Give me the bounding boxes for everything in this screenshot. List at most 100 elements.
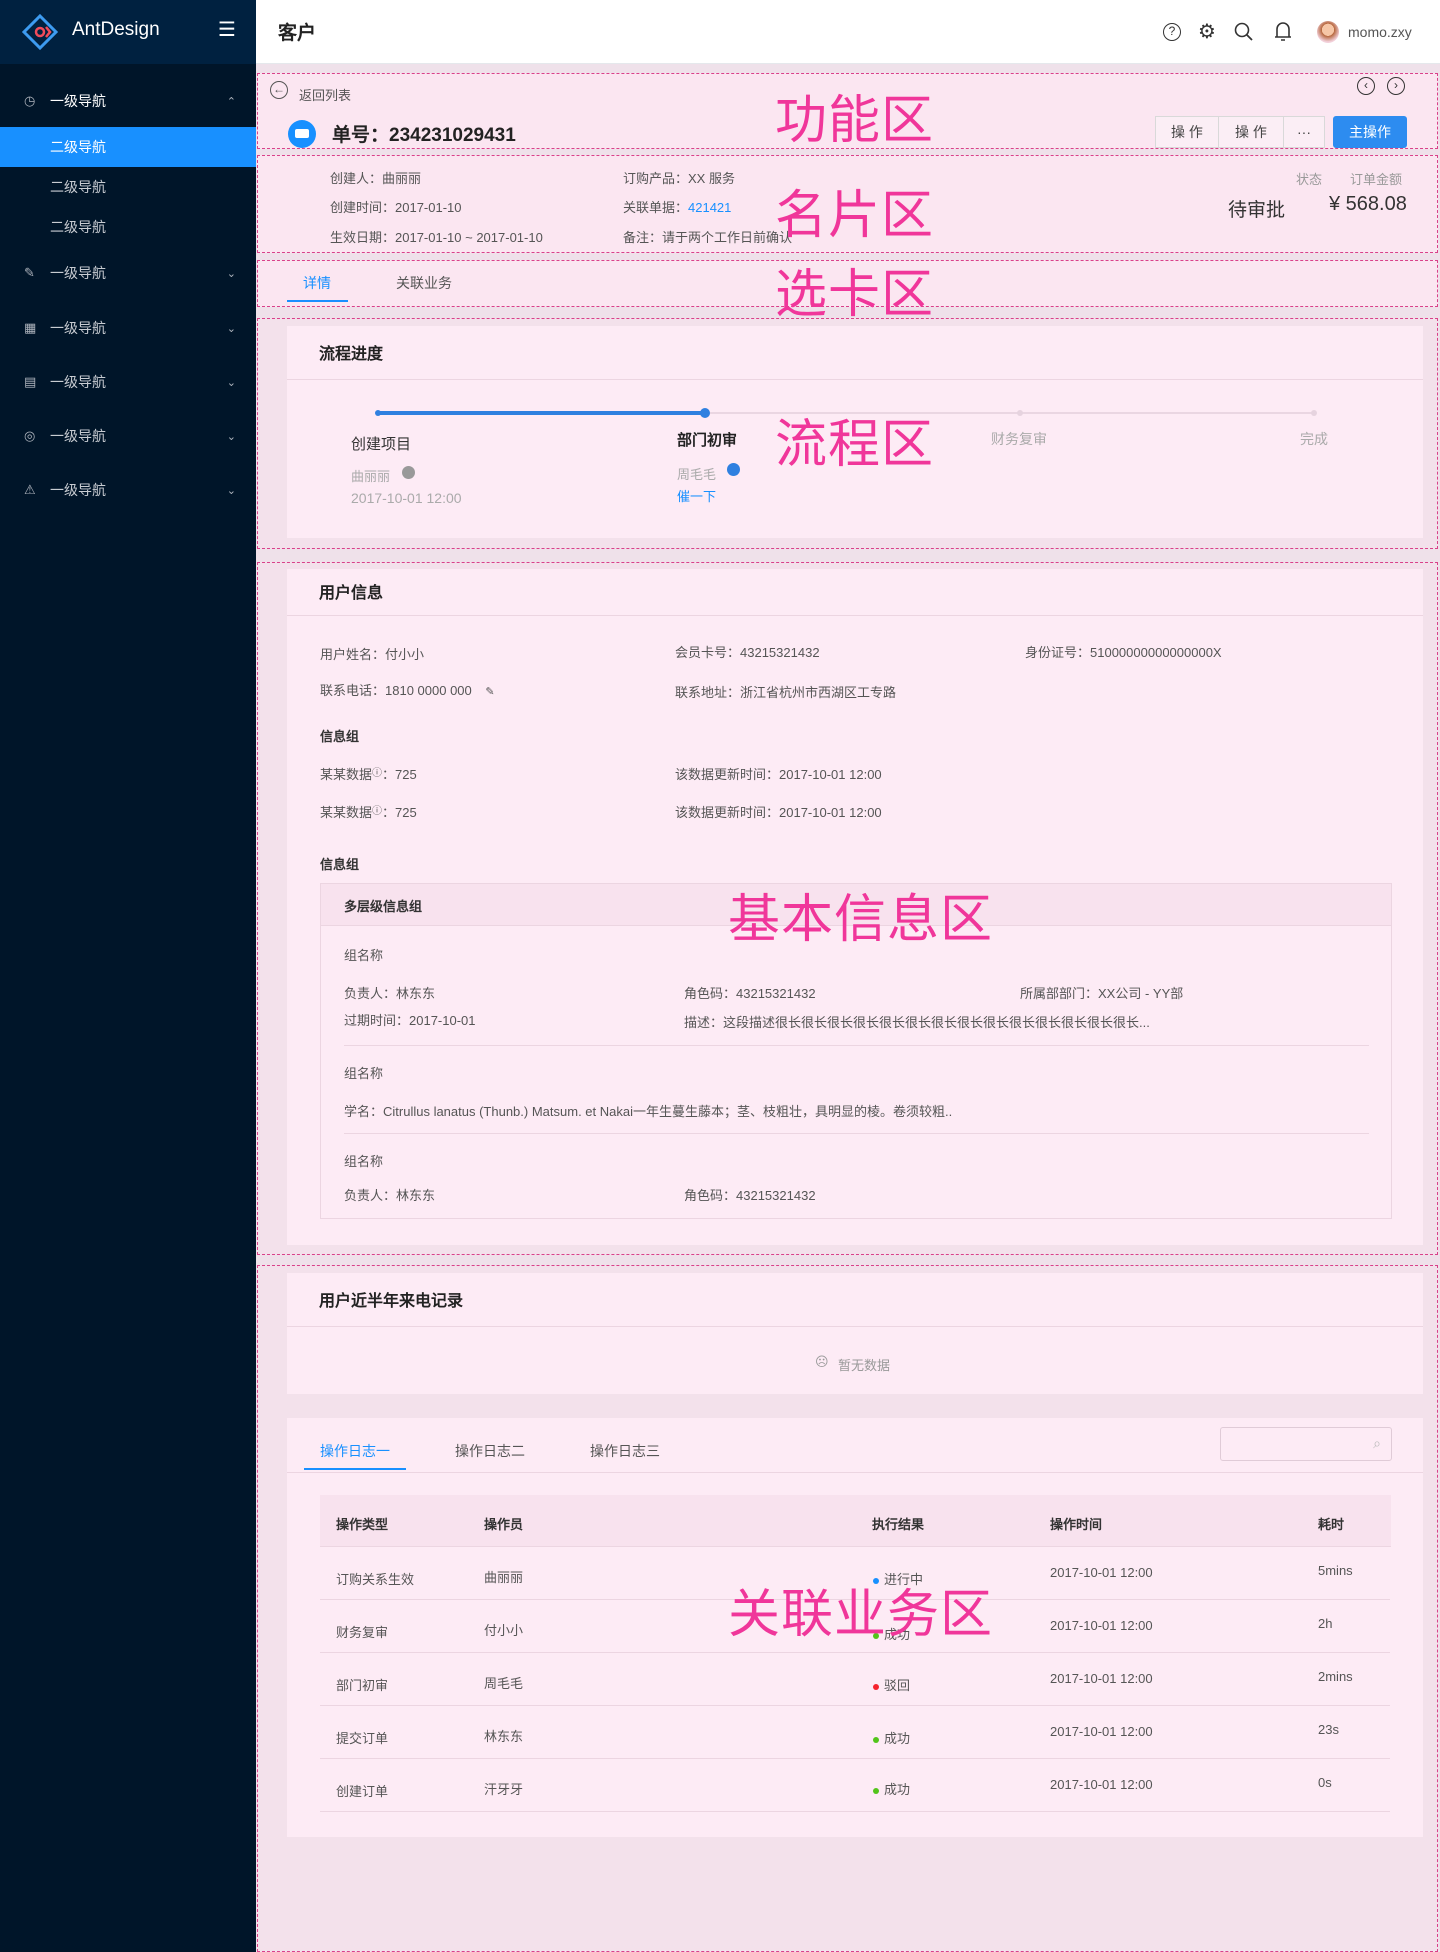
cell-time: 2017-10-01 12:00 — [1050, 1777, 1153, 1792]
tab-details[interactable]: 详情 — [303, 273, 331, 293]
table-row[interactable]: 创建订单 汗牙牙 成功 2017-10-01 12:00 0s — [320, 1759, 1390, 1812]
username[interactable]: momo.zxy — [1348, 24, 1412, 40]
column-header: 执行结果 — [872, 1517, 925, 1532]
nav-label: 二级导航 — [50, 179, 106, 195]
info-circle-icon[interactable]: ⓘ — [372, 768, 382, 779]
log-search-input[interactable]: ⌕ — [1220, 1427, 1392, 1461]
order-number-title: 单号：234231029431 — [332, 125, 516, 146]
call-records-card: 用户近半年来电记录 — [287, 1273, 1423, 1394]
sidebar-subitem-1[interactable]: 二级导航 — [0, 127, 256, 167]
nav-label: 二级导航 — [50, 139, 106, 155]
status-dot — [873, 1632, 879, 1639]
tab-active-indicator — [304, 1468, 406, 1470]
amount-label: 订单金额 — [1350, 172, 1403, 187]
column-header: 操作类型 — [336, 1517, 389, 1532]
status-value: 待审批 — [1228, 200, 1286, 221]
data-update-time: 该数据更新时间：2017-10-01 12:00 — [675, 805, 882, 820]
urge-link[interactable]: 催一下 — [677, 486, 716, 505]
empty-face-icon: ☹ — [815, 1354, 829, 1369]
tab-active-indicator — [287, 300, 348, 302]
chevron-down-icon: ⌄ — [226, 267, 236, 280]
table-row[interactable]: 提交订单 林东东 成功 2017-10-01 12:00 23s — [320, 1706, 1390, 1759]
bell-icon[interactable] — [1274, 21, 1292, 43]
sidebar-item-nav-1[interactable]: ◷ 一级导航 ⌃ — [0, 81, 256, 121]
card-title: 用户近半年来电记录 — [287, 1273, 1423, 1327]
search-icon[interactable] — [1234, 22, 1254, 42]
cell-operator: 付小小 — [484, 1623, 524, 1638]
nav-label: 一级导航 — [50, 93, 106, 109]
sidebar-subitem-2[interactable]: 二级导航 — [0, 167, 256, 207]
table-row[interactable]: 部门初审 周毛毛 驳回 2017-10-01 12:00 2mins — [320, 1653, 1390, 1706]
progress-done-line — [377, 411, 704, 415]
step-dot-current — [700, 408, 710, 418]
sub-group-name: 组名称 — [344, 1066, 384, 1081]
collapse-menu-icon[interactable]: ☰ — [218, 20, 236, 40]
sidebar-subitem-3[interactable]: 二级导航 — [0, 207, 256, 247]
nav-label: 一级导航 — [50, 265, 106, 281]
chevron-down-icon: ⌄ — [226, 430, 236, 443]
more-button[interactable]: ··· — [1283, 116, 1325, 148]
table-row[interactable]: 财务复审 付小小 成功 2017-10-01 12:00 2h — [320, 1600, 1390, 1653]
cell-operator: 周毛毛 — [484, 1676, 524, 1691]
chevron-up-icon: ⌃ — [226, 95, 236, 108]
info-circle-icon[interactable]: ⓘ — [372, 806, 382, 817]
search-icon[interactable]: ⌕ — [1373, 1435, 1381, 1452]
cell-duration: 23s — [1318, 1722, 1339, 1737]
sidebar-item-nav-5[interactable]: ◎ 一级导航 ⌄ — [0, 416, 256, 456]
dingding-icon[interactable] — [402, 466, 415, 479]
action-button-2[interactable]: 操 作 — [1218, 116, 1284, 148]
ant-logo-icon — [22, 14, 58, 50]
back-to-list-link[interactable]: 返回列表 — [299, 85, 351, 104]
cell-type: 订购关系生效 — [336, 1572, 415, 1587]
order-mail-icon — [288, 120, 316, 148]
chevron-down-icon: ⌄ — [226, 322, 236, 335]
multi-level-group-box — [320, 883, 1392, 1219]
field-creator: 创建人：曲丽丽 — [330, 171, 422, 186]
sub-group-name: 组名称 — [344, 948, 384, 963]
sidebar-item-nav-4[interactable]: ▤ 一级导航 ⌄ — [0, 362, 256, 402]
field-address: 联系地址：浙江省杭州市西湖区工专路 — [675, 685, 897, 700]
cell-type: 创建订单 — [336, 1784, 389, 1799]
field-member-card: 会员卡号：43215321432 — [675, 645, 820, 660]
action-button-1[interactable]: 操 作 — [1155, 116, 1219, 148]
edit-icon[interactable]: ✎ — [485, 686, 494, 698]
app-name: AntDesign — [72, 19, 160, 40]
cell-duration: 0s — [1318, 1775, 1332, 1790]
page-title: 客户 — [278, 23, 317, 44]
status-dot — [873, 1787, 879, 1794]
sidebar: AntDesign ☰ ◷ 一级导航 ⌃ 二级导航 二级导航 二级导航 ✎ 一级导航 ⌄… — [0, 0, 256, 1952]
step-title: 完成 — [1300, 431, 1328, 447]
data-row: 某某数据ⓘ：725 — [320, 767, 417, 782]
cell-time: 2017-10-01 12:00 — [1050, 1565, 1153, 1580]
back-arrow-icon[interactable]: ← — [270, 81, 288, 99]
tab-log-2[interactable]: 操作日志二 — [455, 1441, 525, 1461]
dashboard-icon: ◷ — [24, 93, 36, 108]
avatar[interactable] — [1317, 21, 1339, 43]
nav-label: 一级导航 — [50, 428, 106, 444]
next-icon[interactable]: › — [1387, 77, 1405, 95]
table-row[interactable]: 订购关系生效 曲丽丽 进行中 2017-10-01 12:00 5mins — [320, 1547, 1390, 1600]
data-update-time: 该数据更新时间：2017-10-01 12:00 — [675, 767, 882, 782]
amount-value: ¥ 568.08 — [1329, 193, 1407, 215]
prev-icon[interactable]: ‹ — [1357, 77, 1375, 95]
tab-log-3[interactable]: 操作日志三 — [590, 1441, 660, 1461]
tab-related-business[interactable]: 关联业务 — [396, 273, 452, 293]
cell-operator: 曲丽丽 — [484, 1570, 524, 1585]
question-icon[interactable]: ? — [1163, 23, 1181, 41]
nav-label: 一级导航 — [50, 482, 106, 498]
column-header: 操作员 — [484, 1517, 524, 1532]
sidebar-item-nav-2[interactable]: ✎ 一级导航 ⌄ — [0, 253, 256, 293]
dingding-icon[interactable] — [727, 463, 740, 476]
warning-icon: ⚠ — [24, 482, 36, 497]
empty-text: 暂无数据 — [838, 1358, 891, 1373]
tab-log-1[interactable]: 操作日志一 — [320, 1441, 390, 1461]
cell-operator: 汗牙牙 — [484, 1782, 524, 1797]
sidebar-item-nav-6[interactable]: ⚠ 一级导航 ⌄ — [0, 470, 256, 510]
divider — [344, 1045, 1369, 1046]
setting-icon[interactable]: ⚙ — [1198, 19, 1216, 44]
sidebar-item-nav-3[interactable]: ▦ 一级导航 ⌄ — [0, 308, 256, 348]
cell-type: 财务复审 — [336, 1625, 389, 1640]
primary-action-button[interactable]: 主操作 — [1333, 116, 1407, 148]
related-doc-link[interactable]: 421421 — [688, 200, 731, 215]
cell-result: 成功 — [873, 1728, 910, 1747]
